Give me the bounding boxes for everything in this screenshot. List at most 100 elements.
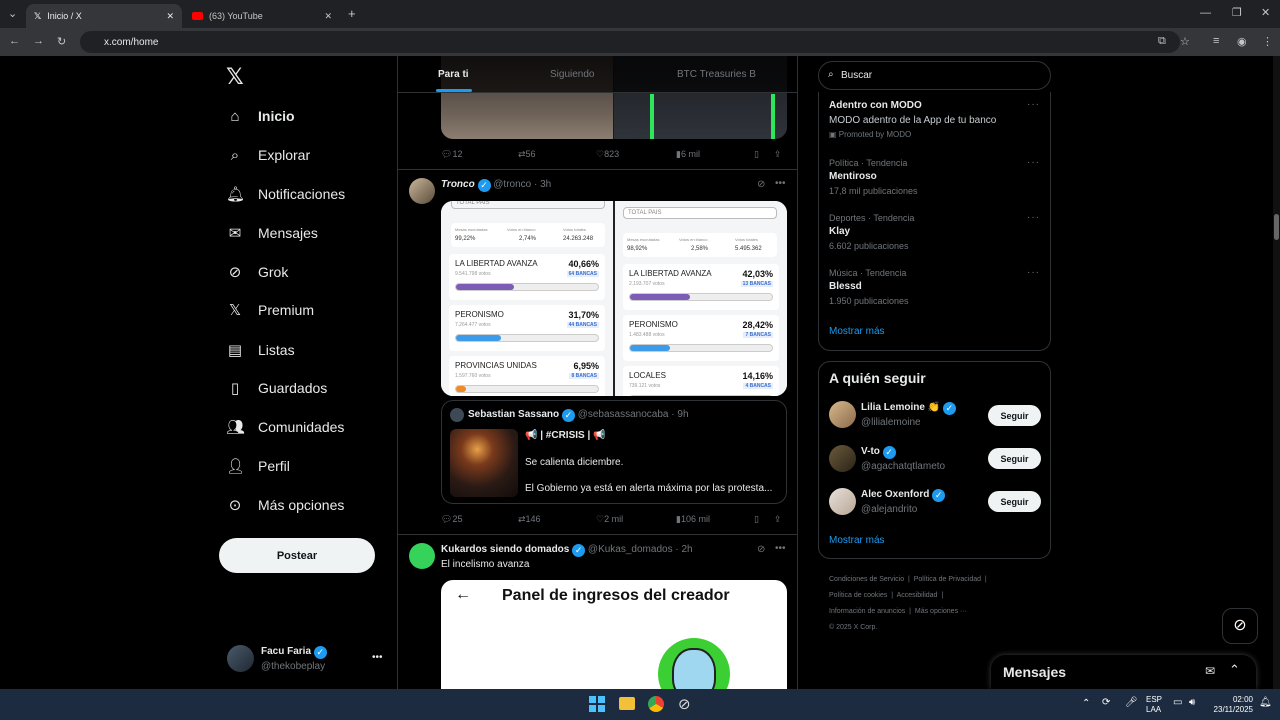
share-icon[interactable]: ⇪ <box>774 514 782 525</box>
avatar[interactable] <box>409 178 435 204</box>
reply-button[interactable]: 💬︎ 25 <box>441 514 462 525</box>
who-to-follow-title: A quién seguir <box>829 370 926 386</box>
menu-dots-icon[interactable]: ⋮ <box>1262 35 1273 48</box>
nav-item-premium[interactable]: 𝕏 Premium <box>226 296 314 324</box>
more-dots-icon[interactable]: ··· <box>1027 212 1040 223</box>
bookmark-star-icon[interactable]: ☆ <box>1180 35 1190 48</box>
progress-fill <box>630 345 671 351</box>
repost-button[interactable]: ⇄ 56 <box>518 149 536 160</box>
profile-icon[interactable]: ◉ <box>1237 35 1247 48</box>
bookmark-icon[interactable]: ▯ <box>754 149 759 160</box>
more-dots-icon[interactable]: ··· <box>1027 157 1040 168</box>
progress-track <box>455 334 599 342</box>
tab-x-home[interactable]: 𝕏 Inicio / X ✕ <box>26 4 182 28</box>
promoted-trend[interactable]: Adentro con MODO MODO adentro de la App … <box>819 96 1050 146</box>
network-icon[interactable]: ▭ <box>1173 697 1182 708</box>
follow-button[interactable]: Seguir <box>988 448 1041 469</box>
views-button[interactable]: ▮ 106 mil <box>676 514 710 525</box>
media-icon[interactable]: ≡ <box>1213 35 1219 47</box>
grok-floating-button[interactable]: ⊘ <box>1222 608 1258 644</box>
tray-chevron-icon[interactable]: ⌃ <box>1082 698 1090 709</box>
nav-item-messages[interactable]: ✉ Mensajes <box>226 219 318 247</box>
more-dots-icon[interactable]: ••• <box>775 178 786 189</box>
show-more-follow-link[interactable]: Mostrar más <box>829 535 885 546</box>
account-switcher[interactable]: Facu Faria ✓ @thekobeplay ••• <box>226 644 396 674</box>
install-icon[interactable]: ⧉ <box>1158 35 1166 48</box>
forward-icon[interactable]: → <box>33 35 44 47</box>
tab-for-you[interactable]: Para ti <box>438 69 469 80</box>
follow-button[interactable]: Seguir <box>988 405 1041 426</box>
post-button[interactable]: Postear <box>219 538 375 573</box>
more-dots-icon[interactable]: ··· <box>1027 267 1040 278</box>
party-name: LA LIBERTAD AVANZA <box>629 269 712 278</box>
nav-item-more[interactable]: ⊙ Más opciones <box>226 491 345 519</box>
like-button[interactable]: ♡ 2 mil <box>596 514 623 525</box>
nav-item-explore[interactable]: ⌕ Explorar <box>226 141 310 169</box>
progress-fill <box>630 294 690 300</box>
close-tab-icon[interactable]: ✕ <box>166 11 174 22</box>
back-icon[interactable]: ← <box>9 35 20 47</box>
views-button[interactable]: ▮ 6 mil <box>676 149 700 160</box>
scrollbar-thumb[interactable] <box>1274 214 1279 240</box>
volume-icon[interactable]: 🔊︎ <box>1189 697 1195 708</box>
trend-item[interactable]: Política · Tendencia Mentiroso 17,8 mil … <box>819 154 1050 200</box>
close-window-icon[interactable]: ✕ <box>1261 6 1270 19</box>
share-icon[interactable]: ⇪ <box>774 149 782 160</box>
url-field[interactable]: x.com/home <box>80 31 1180 53</box>
app-icon[interactable]: ⊘ <box>678 695 691 713</box>
post-header: Kukardos siendo domados ✓ @Kukas_domados… <box>441 544 693 557</box>
party-votes: 9.541.798 votos <box>455 271 491 277</box>
trend-item[interactable]: Deportes · Tendencia Klay 6.602 publicac… <box>819 209 1050 255</box>
new-message-icon[interactable]: ✉ <box>1205 664 1215 678</box>
new-tab-icon[interactable]: + <box>348 6 356 21</box>
messages-drawer[interactable]: Mensajes ✉ ⌃ <box>991 655 1256 689</box>
search-input[interactable]: ⌕ Buscar <box>818 61 1051 90</box>
nav-item-lists[interactable]: ▤ Listas <box>226 336 295 364</box>
mic-icon[interactable]: 🎤︎ <box>1125 697 1138 708</box>
more-dots-icon[interactable]: ··· <box>1027 99 1040 110</box>
repost-button[interactable]: ⇄ 146 <box>518 514 541 525</box>
nav-item-communities[interactable]: 👥︎ Comunidades <box>226 413 344 441</box>
show-more-trends-link[interactable]: Mostrar más <box>829 326 885 337</box>
nav-item-notifications[interactable]: 🔔︎ Notificaciones <box>226 180 345 208</box>
party-votes: 1.483.488 votos <box>629 332 665 338</box>
green-light-right <box>771 94 775 139</box>
grok-icon[interactable]: ⊘ <box>757 179 765 190</box>
more-dots-icon[interactable]: ••• <box>775 543 786 554</box>
reload-icon[interactable]: ↻ <box>57 35 66 48</box>
avatar[interactable] <box>409 543 435 569</box>
post-media[interactable]: TOTAL PAIS Mesas escrutadas Votos en bla… <box>441 201 787 396</box>
party-seats: 13 BANCAS <box>740 281 773 287</box>
like-button[interactable]: ♡ 823 <box>596 149 619 160</box>
start-windows-icon[interactable] <box>589 696 605 712</box>
nav-item-grok[interactable]: ⊘ Grok <box>226 258 289 286</box>
tab-btc-treasuries[interactable]: BTC Treasuries B <box>677 69 756 80</box>
scrollbar[interactable] <box>1273 56 1280 689</box>
more-dots-icon[interactable]: ••• <box>372 652 383 663</box>
tab-following[interactable]: Siguiendo <box>550 69 594 80</box>
grok-icon[interactable]: ⊘ <box>757 544 765 555</box>
nav-item-bookmarks[interactable]: ▯ Guardados <box>226 374 327 402</box>
minimize-icon[interactable]: — <box>1200 7 1211 19</box>
search-icon: ⌕ <box>828 69 834 80</box>
trend-item[interactable]: Música · Tendencia Blessd 1.950 publicac… <box>819 264 1050 310</box>
bookmark-icon[interactable]: ▯ <box>754 514 759 525</box>
chrome-app-icon[interactable] <box>648 696 664 712</box>
nav-item-home[interactable]: ⌂ Inicio <box>226 102 294 130</box>
tab-search-icon[interactable]: ⌄ <box>8 7 17 20</box>
close-tab-icon[interactable]: ✕ <box>324 11 332 22</box>
nav-item-profile[interactable]: 👤︎ Perfil <box>226 452 290 480</box>
expand-icon[interactable]: ⌃ <box>1229 662 1240 678</box>
restore-icon[interactable]: ❐ <box>1232 6 1242 19</box>
language-indicator[interactable]: ESP LAA <box>1146 695 1162 715</box>
x-logo-icon[interactable]: 𝕏 <box>226 64 244 90</box>
file-explorer-icon[interactable] <box>619 697 635 710</box>
quote-tweet[interactable]: Sebastian Sassano ✓ @sebasassanocaba · 9… <box>441 400 787 504</box>
clock[interactable]: 02:00 23/11/2025 <box>1211 695 1253 715</box>
follow-button[interactable]: Seguir <box>988 491 1041 512</box>
sync-icon[interactable]: ⟳ <box>1102 697 1110 708</box>
reply-button[interactable]: 💬︎ 12 <box>441 149 462 160</box>
post-media[interactable]: ← Panel de ingresos del creador <box>441 580 787 689</box>
tab-youtube[interactable]: (63) YouTube ✕ <box>184 4 340 28</box>
notification-bell-icon[interactable]: 🔔︎ <box>1259 697 1272 708</box>
